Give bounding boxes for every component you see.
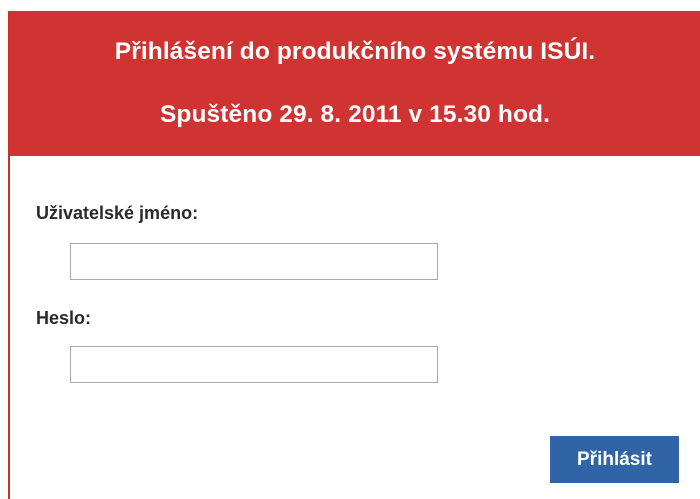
header-banner: Přihlášení do produkčního systému ISÚI. … <box>10 11 700 156</box>
password-input[interactable] <box>70 346 438 383</box>
login-panel: Přihlášení do produkčního systému ISÚI. … <box>8 11 700 499</box>
launch-notice: Spuštěno 29. 8. 2011 v 15.30 hod. <box>159 101 551 128</box>
username-label: Uživatelské jméno: <box>36 203 199 223</box>
password-label: Heslo: <box>36 308 92 328</box>
page-title: Přihlášení do produkčního systému ISÚI. <box>114 38 596 65</box>
login-button[interactable]: Přihlásit <box>550 436 679 483</box>
username-input[interactable] <box>70 243 438 280</box>
login-page: Přihlášení do produkčního systému ISÚI. … <box>0 0 700 499</box>
